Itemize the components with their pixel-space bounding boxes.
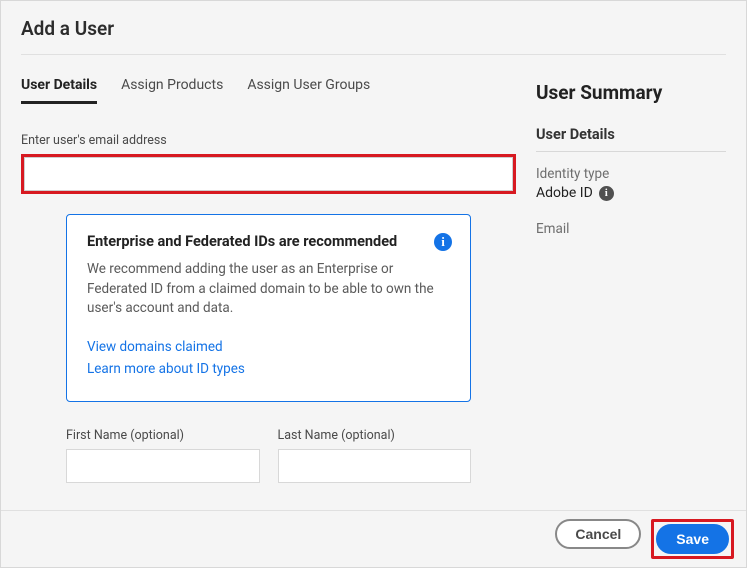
- dialog-title: Add a User: [21, 17, 726, 40]
- summary-panel: User Summary User Details Identity type …: [536, 77, 726, 483]
- tab-assign-user-groups[interactable]: Assign User Groups: [247, 77, 370, 104]
- info-box: i Enterprise and Federated IDs are recom…: [66, 214, 471, 402]
- info-icon[interactable]: i: [599, 186, 614, 201]
- email-label: Enter user's email address: [21, 133, 516, 148]
- info-text: We recommend adding the user as an Enter…: [87, 260, 450, 319]
- save-highlight: Save: [651, 519, 734, 559]
- form-panel: User Details Assign Products Assign User…: [21, 77, 516, 483]
- tab-user-details[interactable]: User Details: [21, 77, 97, 104]
- link-view-domains[interactable]: View domains claimed: [87, 339, 450, 355]
- summary-email-label: Email: [536, 221, 726, 237]
- tab-assign-products[interactable]: Assign Products: [121, 77, 223, 104]
- save-button[interactable]: Save: [656, 524, 729, 554]
- info-title: Enterprise and Federated IDs are recomme…: [87, 233, 450, 250]
- first-name-input[interactable]: [66, 449, 260, 483]
- summary-identity-value: Adobe ID i: [536, 185, 726, 201]
- identity-value-text: Adobe ID: [536, 185, 593, 201]
- email-input[interactable]: [24, 157, 513, 191]
- cancel-button[interactable]: Cancel: [555, 519, 641, 549]
- summary-title: User Summary: [536, 81, 726, 104]
- footer: Cancel Save: [1, 510, 746, 567]
- email-highlight: [21, 154, 516, 194]
- last-name-label: Last Name (optional): [278, 428, 472, 443]
- last-name-input[interactable]: [278, 449, 472, 483]
- summary-identity-label: Identity type: [536, 166, 726, 182]
- link-learn-id-types[interactable]: Learn more about ID types: [87, 361, 450, 377]
- first-name-label: First Name (optional): [66, 428, 260, 443]
- summary-section-title: User Details: [536, 126, 726, 152]
- tabs: User Details Assign Products Assign User…: [21, 77, 516, 105]
- info-icon: i: [434, 233, 452, 251]
- divider: [21, 54, 726, 55]
